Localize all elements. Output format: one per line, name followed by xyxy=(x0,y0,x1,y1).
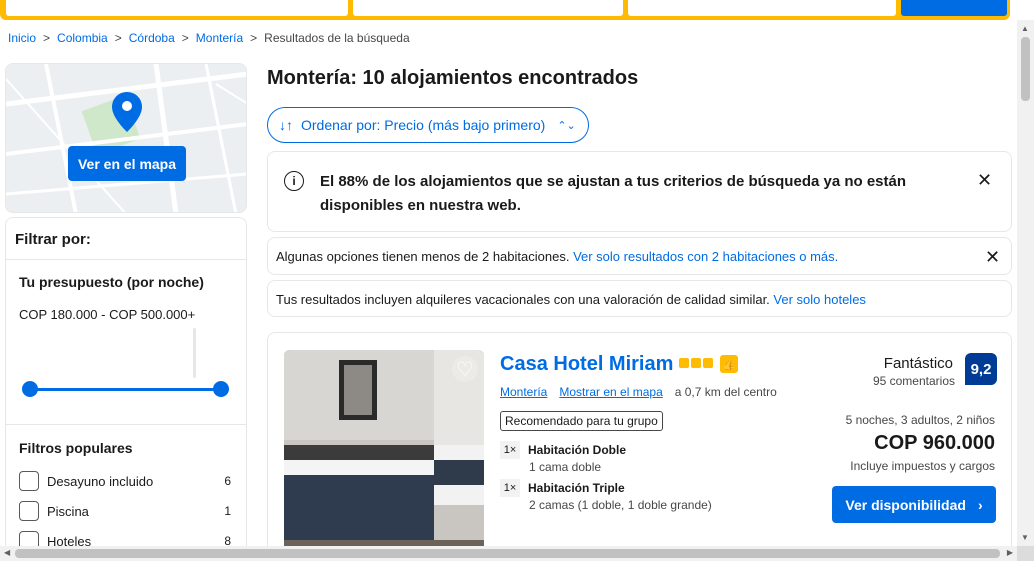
hotel-name-link[interactable]: Casa Hotel Miriam xyxy=(500,353,673,376)
room-item: 1× Habitación Triple 2 camas (1 doble, 1 … xyxy=(500,479,712,512)
scroll-right-icon[interactable]: ▶ xyxy=(1007,548,1013,557)
guests-field[interactable] xyxy=(628,0,896,16)
breadcrumb-cordoba[interactable]: Córdoba xyxy=(129,31,175,45)
rating-word: Fantástico xyxy=(883,355,953,372)
room-beds: 1 cama doble xyxy=(529,460,602,474)
stay-details: 5 noches, 3 adultos, 2 niños xyxy=(845,413,995,427)
checkbox[interactable] xyxy=(19,501,39,521)
chevron-right-icon: > xyxy=(114,31,122,45)
rooms-notice-text: Algunas opciones tienen menos de 2 habit… xyxy=(276,249,570,264)
review-score-badge[interactable]: 9,2 xyxy=(965,353,997,385)
map-preview[interactable]: Ver en el mapa xyxy=(5,63,247,213)
scroll-up-icon[interactable]: ▲ xyxy=(1021,24,1029,33)
filter-breakfast[interactable]: Desayuno incluido 6 xyxy=(19,466,233,496)
see-availability-label: Ver disponibilidad xyxy=(845,496,966,513)
info-icon: i xyxy=(284,171,304,191)
budget-title: Tu presupuesto (por noche) xyxy=(19,274,204,290)
scroll-left-icon[interactable]: ◀ xyxy=(4,548,10,557)
dates-field[interactable] xyxy=(353,0,623,16)
breadcrumb-monteria[interactable]: Montería xyxy=(196,31,243,45)
room-qty: 1× xyxy=(500,441,520,459)
horizontal-scrollbar[interactable]: ◀ ▶ xyxy=(0,546,1017,561)
chevron-up-down-icon: ⌃⌄ xyxy=(557,119,576,132)
chevron-right-icon: > xyxy=(250,31,258,45)
rooms-filter-link[interactable]: Ver solo resultados con 2 habitaciones o… xyxy=(573,249,838,264)
filter-label: Piscina xyxy=(47,503,89,519)
close-icon[interactable]: ✕ xyxy=(985,247,1000,268)
sort-arrows-icon: ↓↑ xyxy=(279,117,293,133)
budget-filter: Tu presupuesto (por noche) COP 180.000 -… xyxy=(6,260,246,425)
destination-field[interactable] xyxy=(6,0,348,16)
chevron-right-icon: › xyxy=(977,496,983,513)
budget-max-handle[interactable] xyxy=(213,381,229,397)
breadcrumb: Inicio > Colombia > Córdoba > Montería >… xyxy=(8,31,410,45)
room-type: Habitación Doble xyxy=(528,443,627,457)
favorite-heart-icon[interactable]: ♡ xyxy=(452,356,478,382)
room-beds: 2 camas (1 doble, 1 doble grande) xyxy=(529,498,712,512)
close-icon[interactable]: ✕ xyxy=(977,170,992,191)
filters-title: Filtrar por: xyxy=(6,218,246,260)
vacation-notice-text: Tus resultados incluyen alquileres vacac… xyxy=(276,292,770,307)
filter-label: Desayuno incluido xyxy=(47,473,154,489)
view-map-button[interactable]: Ver en el mapa xyxy=(68,146,186,181)
price: COP 960.000 xyxy=(874,432,995,454)
location-links: Montería Mostrar en el mapa a 0,7 km del… xyxy=(500,385,777,399)
star-icon xyxy=(679,358,689,368)
property-photo[interactable]: ♡ xyxy=(284,350,484,560)
vertical-scroll-thumb[interactable] xyxy=(1021,37,1030,101)
map-image xyxy=(6,64,246,212)
budget-min-handle[interactable] xyxy=(22,381,38,397)
distance-text: a 0,7 km del centro xyxy=(674,385,777,399)
recommended-badge: Recomendado para tu grupo xyxy=(500,411,663,431)
popular-filters: Filtros populares Desayuno incluido 6 Pi… xyxy=(6,425,246,547)
star-icon xyxy=(703,358,713,368)
budget-histogram-bar xyxy=(193,328,196,378)
show-on-map-link[interactable]: Mostrar en el mapa xyxy=(559,385,662,399)
availability-text: El 88% de los alojamientos que se ajusta… xyxy=(320,173,907,214)
rooms-notice: Algunas opciones tienen menos de 2 habit… xyxy=(267,237,1012,275)
search-bar xyxy=(0,0,1010,20)
breadcrumb-current: Resultados de la búsqueda xyxy=(264,31,410,45)
breadcrumb-inicio[interactable]: Inicio xyxy=(8,31,36,45)
budget-slider-track[interactable] xyxy=(29,388,221,391)
sort-label: Ordenar por: Precio (más bajo primero) xyxy=(301,117,546,133)
tax-note: Incluye impuestos y cargos xyxy=(850,459,995,473)
results-title: Montería: 10 alojamientos encontrados xyxy=(267,67,639,89)
vacation-notice: Tus resultados incluyen alquileres vacac… xyxy=(267,280,1012,317)
filter-count: 1 xyxy=(224,504,231,518)
breadcrumb-colombia[interactable]: Colombia xyxy=(57,31,108,45)
popular-filters-title: Filtros populares xyxy=(19,440,133,456)
property-card: ♡ Casa Hotel Miriam 👍 Montería Mostrar e… xyxy=(267,332,1012,561)
see-availability-button[interactable]: Ver disponibilidad › xyxy=(832,486,996,523)
hotel-room-image xyxy=(284,350,484,560)
location-pin-icon xyxy=(112,92,142,132)
review-count: 95 comentarios xyxy=(872,374,955,388)
filter-hotels[interactable]: Hoteles 8 xyxy=(19,526,233,547)
filters-panel: Filtrar por: Tu presupuesto (por noche) … xyxy=(5,217,247,547)
horizontal-scroll-thumb[interactable] xyxy=(15,549,1000,558)
filter-label: Hoteles xyxy=(47,533,92,548)
scroll-down-icon[interactable]: ▼ xyxy=(1021,533,1029,542)
vertical-scrollbar[interactable]: ▲ ▼ xyxy=(1017,20,1034,546)
filter-pool[interactable]: Piscina 1 xyxy=(19,496,233,526)
star-rating xyxy=(679,358,713,368)
sort-button[interactable]: ↓↑ Ordenar por: Precio (más bajo primero… xyxy=(267,107,589,143)
chevron-right-icon: > xyxy=(181,31,189,45)
checkbox[interactable] xyxy=(19,531,39,547)
location-link[interactable]: Montería xyxy=(500,385,547,399)
thumbs-up-icon: 👍 xyxy=(720,355,738,373)
room-item: 1× Habitación Doble 1 cama doble xyxy=(500,441,626,474)
filter-count: 6 xyxy=(224,474,231,488)
search-button[interactable] xyxy=(901,0,1007,16)
availability-notice: i El 88% de los alojamientos que se ajus… xyxy=(267,151,1012,232)
room-qty: 1× xyxy=(500,479,520,497)
checkbox[interactable] xyxy=(19,471,39,491)
budget-range: COP 180.000 - COP 500.000+ xyxy=(19,307,196,322)
chevron-right-icon: > xyxy=(43,31,51,45)
hotels-only-link[interactable]: Ver solo hoteles xyxy=(773,292,866,307)
star-icon xyxy=(691,358,701,368)
scrollbar-corner xyxy=(1017,546,1034,561)
room-type: Habitación Triple xyxy=(528,481,625,495)
